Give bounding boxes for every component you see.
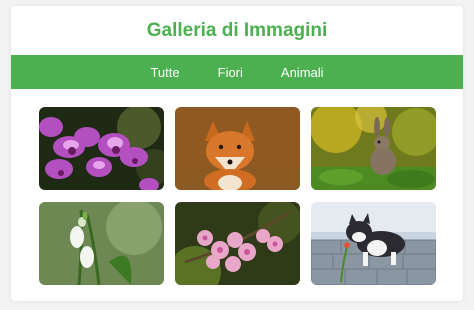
fox-image (175, 107, 300, 190)
image-grid (11, 6, 463, 301)
orchid-image (39, 107, 164, 190)
gallery-image-orchid[interactable] (39, 107, 164, 190)
kitten-image (311, 202, 436, 285)
gallery-image-fox[interactable] (175, 107, 300, 190)
rabbit-image (311, 107, 436, 190)
gallery-image-kitten[interactable] (311, 202, 436, 285)
gallery-image-rabbit[interactable] (311, 107, 436, 190)
gallery-card: Galleria di Immagini Tutte Fiori Animali (11, 6, 463, 301)
gallery-image-snowdrop[interactable] (39, 202, 164, 285)
blossom-image (175, 202, 300, 285)
snowdrop-image (39, 202, 164, 285)
gallery-image-blossom[interactable] (175, 202, 300, 285)
